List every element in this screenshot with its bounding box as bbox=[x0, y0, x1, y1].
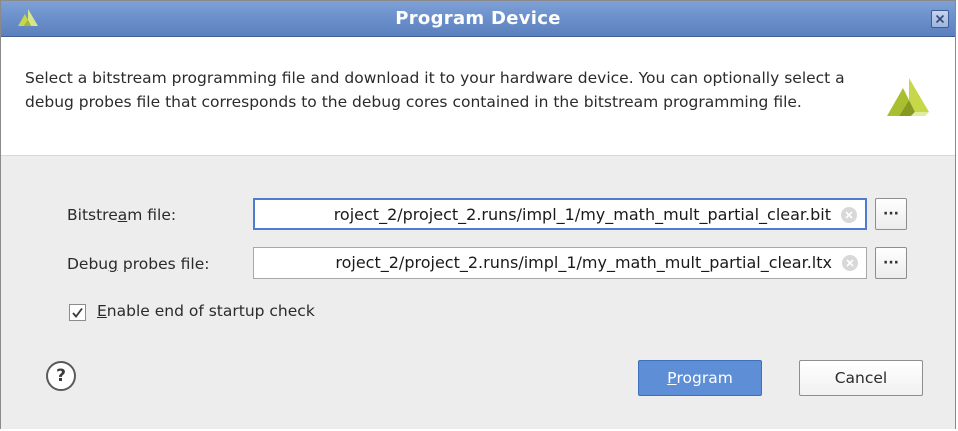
program-device-dialog: Program Device Select a bitstream progra… bbox=[0, 0, 956, 429]
checkmark-icon bbox=[72, 307, 83, 318]
enable-startup-check-checkbox[interactable] bbox=[69, 304, 86, 321]
debug-probes-file-input[interactable]: roject_2/project_2.runs/impl_1/my_math_m… bbox=[253, 247, 867, 279]
clear-bitstream-icon[interactable] bbox=[841, 207, 857, 223]
browse-debug-probes-button[interactable]: ··· bbox=[875, 247, 907, 279]
debug-probes-file-path: roject_2/project_2.runs/impl_1/my_math_m… bbox=[335, 253, 832, 272]
bitstream-file-path: roject_2/project_2.runs/impl_1/my_math_m… bbox=[333, 205, 831, 224]
clear-debug-probes-icon[interactable] bbox=[842, 255, 858, 271]
close-icon bbox=[935, 14, 945, 24]
description-panel: Select a bitstream programming file and … bbox=[1, 37, 955, 156]
cancel-button[interactable]: Cancel bbox=[799, 360, 923, 396]
enable-startup-check-label[interactable]: Enable end of startup check bbox=[97, 302, 315, 320]
title-bar[interactable]: Program Device bbox=[1, 1, 955, 37]
debug-probes-file-label: Debug probes file: bbox=[67, 255, 210, 273]
browse-bitstream-button[interactable]: ··· bbox=[875, 198, 907, 230]
bitstream-file-label: Bitstream file: bbox=[67, 206, 177, 224]
program-button[interactable]: Program bbox=[638, 360, 762, 396]
dialog-title: Program Device bbox=[395, 8, 561, 29]
close-button[interactable] bbox=[931, 10, 949, 28]
bitstream-file-input[interactable]: roject_2/project_2.runs/impl_1/my_math_m… bbox=[253, 198, 867, 230]
help-icon[interactable]: ? bbox=[46, 361, 76, 391]
vivado-logo-icon bbox=[885, 76, 931, 122]
dialog-description: Select a bitstream programming file and … bbox=[25, 69, 845, 111]
